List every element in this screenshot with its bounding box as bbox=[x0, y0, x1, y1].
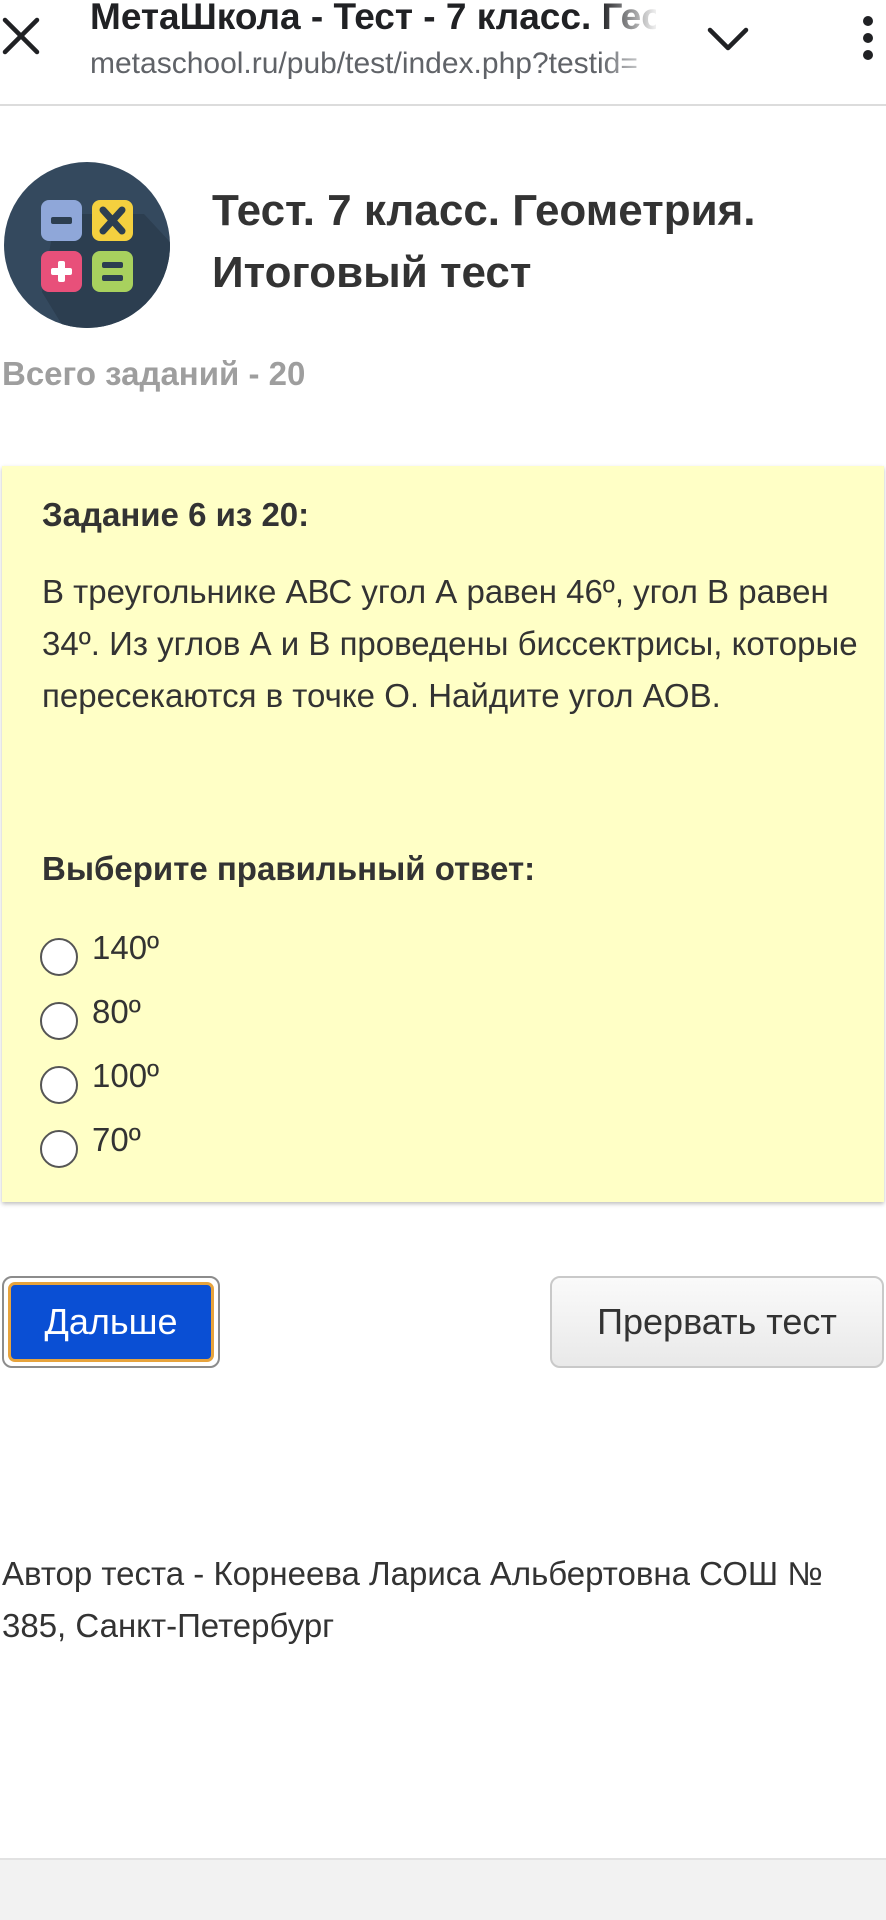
radio-button[interactable] bbox=[40, 1130, 78, 1168]
tab-title: МетаШкола - Тест - 7 класс. Геометрия bbox=[90, 0, 656, 37]
radio-button[interactable] bbox=[40, 1066, 78, 1104]
author-info: Автор теста - Корнеева Лариса Альбертовн… bbox=[2, 1555, 823, 1644]
menu-button[interactable] bbox=[850, 10, 886, 66]
radio-button[interactable] bbox=[40, 938, 78, 976]
next-button[interactable]: Дальше bbox=[2, 1276, 220, 1368]
answer-option-label: 70º bbox=[92, 1121, 141, 1158]
close-icon bbox=[2, 17, 40, 55]
next-button-label: Дальше bbox=[8, 1282, 214, 1362]
answer-option-label: 100º bbox=[92, 1057, 160, 1094]
question-card: Задание 6 из 20: В треугольнике АВС угол… bbox=[2, 466, 884, 1202]
total-tasks: Всего заданий - 20 bbox=[2, 355, 306, 392]
close-button[interactable] bbox=[0, 10, 42, 62]
choose-answer-label: Выберите правильный ответ: bbox=[42, 850, 536, 887]
title-fade bbox=[600, 0, 660, 90]
answer-option-label: 80º bbox=[92, 993, 141, 1030]
answer-option-label: 140º bbox=[92, 929, 160, 966]
expand-button[interactable] bbox=[700, 14, 756, 64]
url-text[interactable]: metaschool.ru/pub/test/index.php?testid= bbox=[90, 44, 656, 84]
answer-option[interactable]: 100º bbox=[40, 1050, 159, 1110]
more-vert-icon bbox=[863, 16, 873, 60]
calculator-logo-icon bbox=[4, 162, 170, 328]
question-text: В треугольнике АВС угол А равен 46º, уго… bbox=[42, 573, 858, 714]
answer-option[interactable]: 70º bbox=[40, 1114, 141, 1174]
stop-test-button[interactable]: Прервать тест bbox=[550, 1276, 884, 1368]
browser-toolbar: МетаШкола - Тест - 7 класс. Геометрия me… bbox=[0, 0, 886, 106]
bottom-bar bbox=[0, 1858, 886, 1920]
task-number: Задание 6 из 20: bbox=[42, 496, 310, 533]
answer-option[interactable]: 140º bbox=[40, 922, 159, 982]
answer-option[interactable]: 80º bbox=[40, 986, 141, 1046]
chevron-down-icon bbox=[707, 27, 749, 51]
page-title: Тест. 7 класс. Геометрия. Итоговый тест bbox=[212, 186, 756, 297]
radio-button[interactable] bbox=[40, 1002, 78, 1040]
site-logo bbox=[4, 162, 170, 328]
